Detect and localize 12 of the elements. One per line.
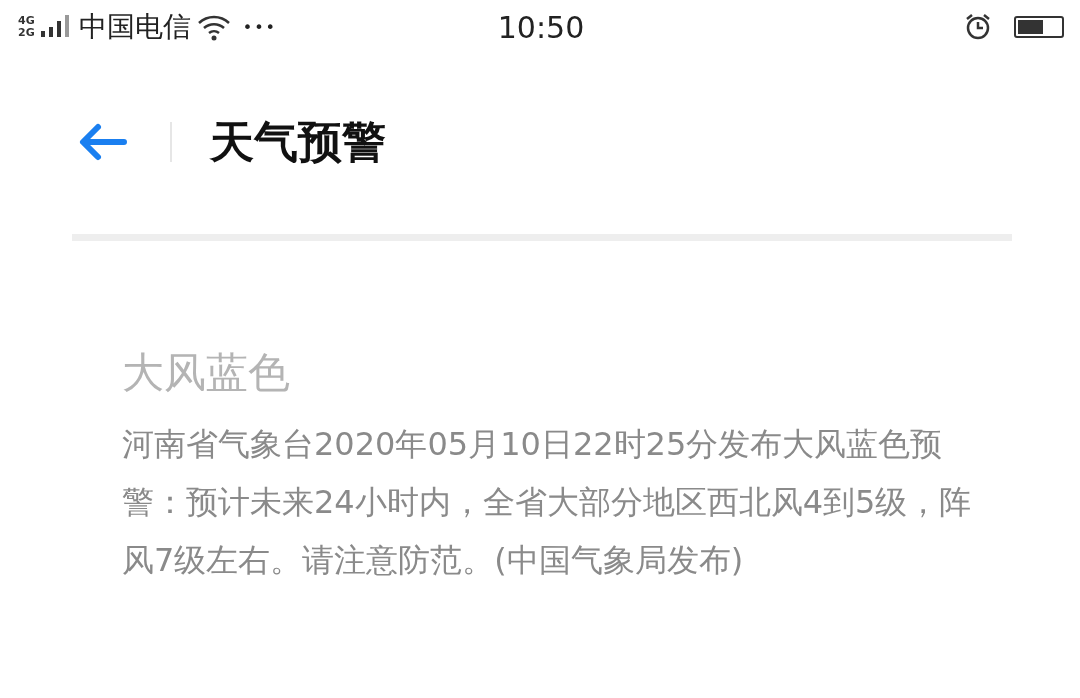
page-title: 天气预警 bbox=[210, 114, 386, 169]
wifi-icon bbox=[196, 13, 231, 41]
more-indicator: ••• bbox=[242, 17, 277, 37]
clock-time: 10:50 bbox=[497, 9, 585, 45]
alert-description: 河南省气象台2020年05月10日22时25分发布大风蓝色预警：预计未来24小时内，全省大部分地区西北风4到5级，阵风7级左右。请注意防范。(中国气象局发布) bbox=[122, 424, 972, 581]
carrier-name: 中国电信 bbox=[78, 9, 191, 45]
back-button[interactable] bbox=[78, 122, 128, 162]
alert-title: 大风蓝色 bbox=[122, 347, 291, 399]
back-arrow-icon bbox=[78, 122, 128, 162]
alarm-clock-icon bbox=[964, 13, 992, 41]
signal-icon bbox=[40, 15, 69, 39]
network-label: 4G 2G bbox=[18, 15, 35, 39]
